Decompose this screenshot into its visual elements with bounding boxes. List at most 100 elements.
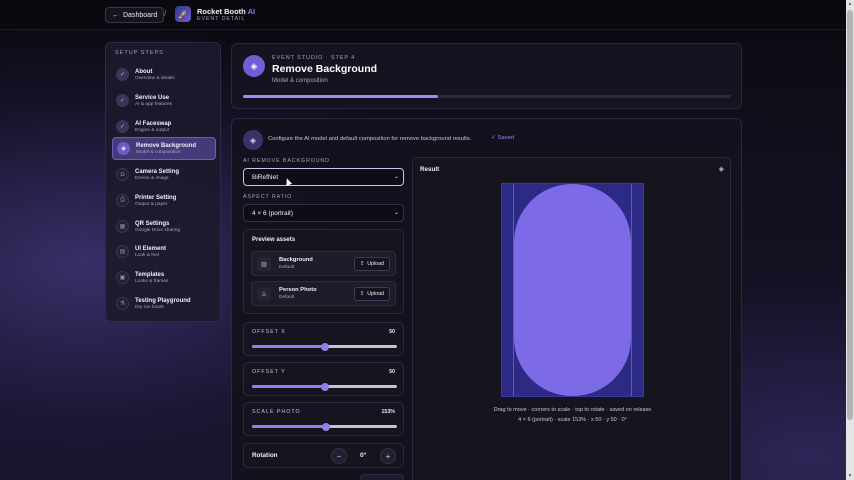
rocket-logo-icon: 🚀 xyxy=(175,6,191,22)
slider-fill xyxy=(252,425,326,428)
step-sub: Model & composition xyxy=(136,149,181,155)
back-to-dashboard-button[interactable]: ← Dashboard xyxy=(105,7,165,23)
canvas-instructions: Drag to move · corners to scale · top to… xyxy=(493,407,652,413)
check-icon: ✓ xyxy=(116,94,129,107)
step-sub: Device & image xyxy=(135,175,169,181)
template-icon: ▣ xyxy=(116,271,129,284)
step-sub: Engine & output xyxy=(135,127,170,133)
rotation-control: Rotation − 0° + xyxy=(243,443,404,468)
upload-background-button[interactable]: ⇪ Upload xyxy=(353,257,390,271)
sidebar-item-printer-setting[interactable]: ⎙ Printer Setting Output & paper xyxy=(112,189,216,212)
eraser-icon[interactable]: ◈ xyxy=(719,165,724,173)
scroll-down-arrow-icon[interactable]: ▼ xyxy=(847,473,853,479)
asset-sub: Default xyxy=(279,265,295,270)
slider-value: 50 xyxy=(389,329,395,335)
step-label: UI Element xyxy=(135,245,167,252)
person-icon: ♙ xyxy=(257,287,271,301)
back-button-label: Dashboard xyxy=(123,11,158,19)
sidebar-item-ui-element[interactable]: ▤ UI Element Look & feel xyxy=(112,240,216,263)
upload-icon: ⇪ xyxy=(359,291,365,297)
eraser-icon: ◈ xyxy=(117,142,130,155)
step-progress-bar xyxy=(243,95,731,98)
sidebar-item-ai-faceswap[interactable]: ✓ AI Faceswap Engine & output xyxy=(112,115,216,138)
setup-steps-sidebar: SETUP STEPS ✓ About Overview & details ✓ … xyxy=(105,42,221,322)
scroll-up-arrow-icon[interactable]: ▲ xyxy=(847,1,853,7)
layout-icon: ▤ xyxy=(116,245,129,258)
step-label: Service Use xyxy=(135,94,170,101)
sidebar-item-testing-playground[interactable]: ⚗ Testing Playground Dry run booth xyxy=(112,292,216,315)
rotation-label: Rotation xyxy=(252,452,278,459)
slider-label: OFFSET X xyxy=(252,329,286,335)
sidebar-item-service-use[interactable]: ✓ Service Use AI & app features xyxy=(112,89,216,112)
rotation-value: 0° xyxy=(360,452,367,459)
step-sub: Dry run booth xyxy=(135,304,165,310)
upload-person-photo-button[interactable]: ⇪ Upload xyxy=(353,287,390,301)
offset-x-slider-card: OFFSET X 50 xyxy=(243,322,404,356)
slider-thumb[interactable] xyxy=(320,342,329,351)
offset-x-slider[interactable] xyxy=(252,342,397,351)
slider-fill xyxy=(252,345,325,348)
slider-thumb[interactable] xyxy=(320,382,329,391)
slider-label: SCALE PHOTO xyxy=(252,409,301,415)
result-preview-card: Result ◈ Drag to move · corners to scale… xyxy=(412,157,731,480)
page-scrollbar[interactable]: ▲ ▼ xyxy=(846,0,854,480)
sidebar-item-about[interactable]: ✓ About Overview & details xyxy=(112,63,216,86)
result-title: Result xyxy=(420,166,440,173)
safe-area-guide-right xyxy=(631,184,632,396)
scale-photo-slider[interactable] xyxy=(252,422,397,431)
saved-status: ✓ Saved xyxy=(491,135,514,141)
aspect-ratio-field-label: ASPECT RATIO xyxy=(243,194,293,200)
asset-name: Background xyxy=(279,257,313,263)
check-icon: ✓ xyxy=(116,120,129,133)
step-label: Printer Setting xyxy=(135,194,177,201)
check-icon: ✓ xyxy=(116,68,129,81)
sidebar-item-templates[interactable]: ▣ Templates Looks & frames xyxy=(112,266,216,289)
step-label: Testing Playground xyxy=(135,297,191,304)
slider-thumb[interactable] xyxy=(321,422,330,431)
step-sub: Look & feel xyxy=(135,252,160,258)
step-sub: Output & paper xyxy=(135,201,168,207)
scrollbar-thumb[interactable] xyxy=(847,10,853,420)
sidebar-item-qr-settings[interactable]: ▦ QR Settings Google Drive sharing xyxy=(112,215,216,238)
camera-icon: ◘ xyxy=(116,168,129,181)
slider-label: OFFSET Y xyxy=(252,369,286,375)
sidebar-item-camera-setting[interactable]: ◘ Camera Setting Device & image xyxy=(112,163,216,186)
offset-y-slider[interactable] xyxy=(252,382,397,391)
asset-sub: Default xyxy=(279,295,295,300)
page-context-label: EVENT DETAIL xyxy=(197,16,246,22)
asset-row-background: ▨ Background Default ⇪ Upload xyxy=(251,251,396,276)
check-icon: ✓ xyxy=(491,135,496,141)
step-label: Templates xyxy=(135,271,165,278)
step-sub: Looks & frames xyxy=(135,278,169,284)
composition-canvas[interactable] xyxy=(501,183,644,397)
person-placeholder-shape[interactable] xyxy=(514,184,631,396)
chevron-down-icon: ⌄ xyxy=(393,174,399,180)
step-kicker: EVENT STUDIO · STEP 4 xyxy=(272,55,356,61)
aspect-ratio-value: 4 × 6 (portrait) xyxy=(252,209,294,217)
flask-icon: ⚗ xyxy=(116,297,129,310)
slider-value: 50 xyxy=(389,369,395,375)
next-control-stub xyxy=(360,474,404,480)
rotate-decrease-button[interactable]: − xyxy=(331,448,347,464)
sidebar-item-remove-background[interactable]: ◈ Remove Background Model & composition xyxy=(112,137,216,160)
preview-assets-title: Preview assets xyxy=(252,237,296,243)
model-select-value: BiRefNet xyxy=(252,173,279,181)
step-sub: AI & app features xyxy=(135,101,173,107)
composition-summary: 4 × 6 (portrait) · scale 153% · x 50 · y… xyxy=(518,417,627,423)
step-sub: Google Drive sharing xyxy=(135,227,181,233)
aspect-ratio-select[interactable]: 4 × 6 (portrait) ⌄ xyxy=(243,204,404,222)
top-bar: ← Dashboard / 🚀 Rocket Booth AI EVENT DE… xyxy=(0,0,846,30)
page-subtitle: Model & composition xyxy=(272,78,328,84)
step-sub: Overview & details xyxy=(135,75,175,81)
section-description: Configure the AI model and default compo… xyxy=(268,136,472,142)
model-select[interactable]: BiRefNet ⌄ xyxy=(243,168,404,186)
brand-name: Rocket Booth AI xyxy=(197,7,256,16)
chevron-down-icon: ⌄ xyxy=(393,210,399,216)
step-label: About xyxy=(135,68,153,75)
eraser-icon: ◈ xyxy=(243,130,263,150)
printer-icon: ⎙ xyxy=(116,194,129,207)
sidebar-title: SETUP STEPS xyxy=(115,50,164,56)
asset-name: Person Photo xyxy=(279,287,317,293)
image-icon: ▨ xyxy=(257,257,271,271)
rotate-increase-button[interactable]: + xyxy=(380,448,396,464)
